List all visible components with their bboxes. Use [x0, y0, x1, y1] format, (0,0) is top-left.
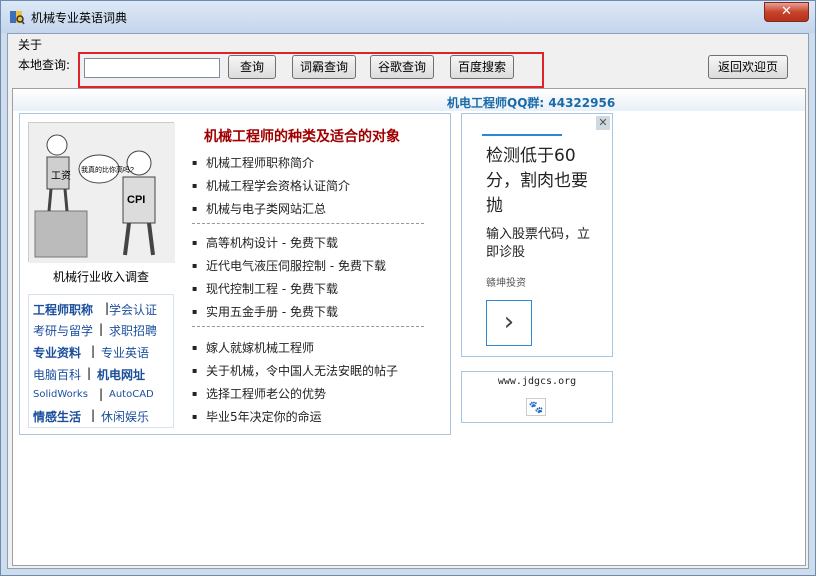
- baidu-search-button[interactable]: 百度搜索: [450, 55, 514, 79]
- link-study-abroad[interactable]: 考研与留学: [33, 322, 93, 339]
- article-link[interactable]: 机械与电子类网站汇总: [192, 200, 326, 217]
- query-button[interactable]: 查询: [228, 55, 276, 79]
- link-separator: |: [99, 322, 104, 336]
- cartoon-drawing: 工资 CPI 我真的比你高吗?: [29, 123, 175, 263]
- dictionary-app-icon: [10, 11, 25, 25]
- window-title: 机械专业英语词典: [31, 11, 128, 25]
- link-leisure[interactable]: 休闲娱乐: [101, 408, 149, 425]
- ad-headline[interactable]: 检测低于60分，割肉也要抛: [486, 144, 602, 219]
- google-query-button[interactable]: 谷歌查询: [370, 55, 434, 79]
- link-pc-wiki[interactable]: 电脑百科: [33, 366, 81, 383]
- baidu-paw-icon[interactable]: 🐾: [526, 398, 546, 416]
- close-button[interactable]: ✕: [764, 2, 809, 22]
- ad-sponsor: 赣坤投资: [486, 278, 526, 289]
- cartoon-left-label: 工资: [51, 170, 71, 182]
- link-jobs[interactable]: 求职招聘: [109, 322, 157, 339]
- ad-close-icon[interactable]: ✕: [596, 116, 610, 130]
- cartoon-right-label: CPI: [127, 194, 145, 206]
- link-pro-english[interactable]: 专业英语: [101, 344, 149, 361]
- cartoon-bubble-text: 我真的比你高吗?: [81, 165, 134, 174]
- link-engineer-title[interactable]: 工程师职称: [33, 301, 93, 318]
- site-url[interactable]: www.jdgcs.org: [462, 376, 612, 387]
- link-emotion-life[interactable]: 情感生活: [33, 408, 81, 425]
- link-autocad[interactable]: AutoCAD: [109, 389, 154, 400]
- download-link[interactable]: 实用五金手册 - 免费下载: [192, 303, 338, 320]
- search-input[interactable]: [84, 58, 220, 78]
- menu-bar: 关于: [8, 34, 808, 52]
- link-separator: |: [99, 387, 104, 401]
- link-solidworks[interactable]: SolidWorks: [33, 389, 88, 400]
- section-divider: [192, 326, 424, 327]
- ad-accent-line: [482, 134, 562, 136]
- web-content[interactable]: 机电工程师QQ群: 44322956 工资 CPI 我真的比你高吗? 机械行业收…: [12, 88, 806, 566]
- link-pro-materials[interactable]: 专业资料: [33, 344, 81, 361]
- link-society-cert[interactable]: 学会认证: [109, 301, 157, 318]
- download-link[interactable]: 近代电气液压伺服控制 - 免费下载: [192, 257, 386, 274]
- search-toolbar: 本地查询: 查询 词霸查询 谷歌查询 百度搜索 返回欢迎页: [8, 52, 808, 88]
- section-divider: [192, 223, 424, 224]
- search-label: 本地查询:: [18, 58, 71, 72]
- top-band: 机电工程师QQ群: 44322956: [13, 89, 805, 111]
- site-logo-panel[interactable]: www.jdgcs.org 🐾: [461, 371, 613, 423]
- article-link[interactable]: 关于机械，令中国人无法安眠的帖子: [192, 362, 398, 379]
- iciba-query-button[interactable]: 词霸查询: [292, 55, 356, 79]
- main-panel: 工资 CPI 我真的比你高吗? 机械行业收入调查 工程师职称 | 学会认证 考研…: [19, 113, 451, 435]
- advertisement-panel[interactable]: ✕ 检测低于60分，割肉也要抛 输入股票代码，立即诊股 赣坤投资 ›: [461, 113, 613, 357]
- article-link[interactable]: 嫁人就嫁机械工程师: [192, 339, 314, 356]
- chevron-right-icon[interactable]: ›: [486, 300, 532, 346]
- article-link[interactable]: 机械工程学会资格认证简介: [192, 177, 350, 194]
- qq-group-text: 机电工程师QQ群: 44322956: [447, 96, 616, 110]
- link-separator: |: [87, 366, 92, 380]
- article-section-title[interactable]: 机械工程师的种类及适合的对象: [204, 126, 400, 146]
- article-link[interactable]: 选择工程师老公的优势: [192, 385, 326, 402]
- ad-subtitle[interactable]: 输入股票代码，立即诊股: [486, 226, 602, 262]
- client-area: 关于 本地查询: 查询 词霸查询 谷歌查询 百度搜索 返回欢迎页 机电工程师QQ…: [7, 33, 809, 569]
- home-page-button[interactable]: 返回欢迎页: [708, 55, 788, 79]
- menu-item-about[interactable]: 关于: [18, 36, 42, 53]
- download-link[interactable]: 现代控制工程 - 免费下载: [192, 280, 338, 297]
- download-link[interactable]: 高等机构设计 - 免费下载: [192, 234, 338, 251]
- link-separator: |: [91, 344, 96, 358]
- link-separator: |: [91, 408, 96, 422]
- cartoon-caption[interactable]: 机械行业收入调查: [20, 268, 182, 285]
- article-link[interactable]: 机械工程师职称简介: [192, 154, 314, 171]
- link-me-sites[interactable]: 机电网址: [97, 366, 145, 383]
- article-link[interactable]: 毕业5年决定你的命运: [192, 408, 322, 425]
- app-window: 机械专业英语词典 ✕ 关于 本地查询: 查询 词霸查询 谷歌查询 百度搜索 返回…: [0, 0, 816, 576]
- title-bar[interactable]: 机械专业英语词典 ✕: [1, 1, 815, 33]
- salary-cartoon-image[interactable]: 工资 CPI 我真的比你高吗?: [28, 122, 175, 263]
- category-links: 工程师职称 | 学会认证 考研与留学 | 求职招聘 专业资料 | 专业英语 电脑…: [28, 294, 174, 428]
